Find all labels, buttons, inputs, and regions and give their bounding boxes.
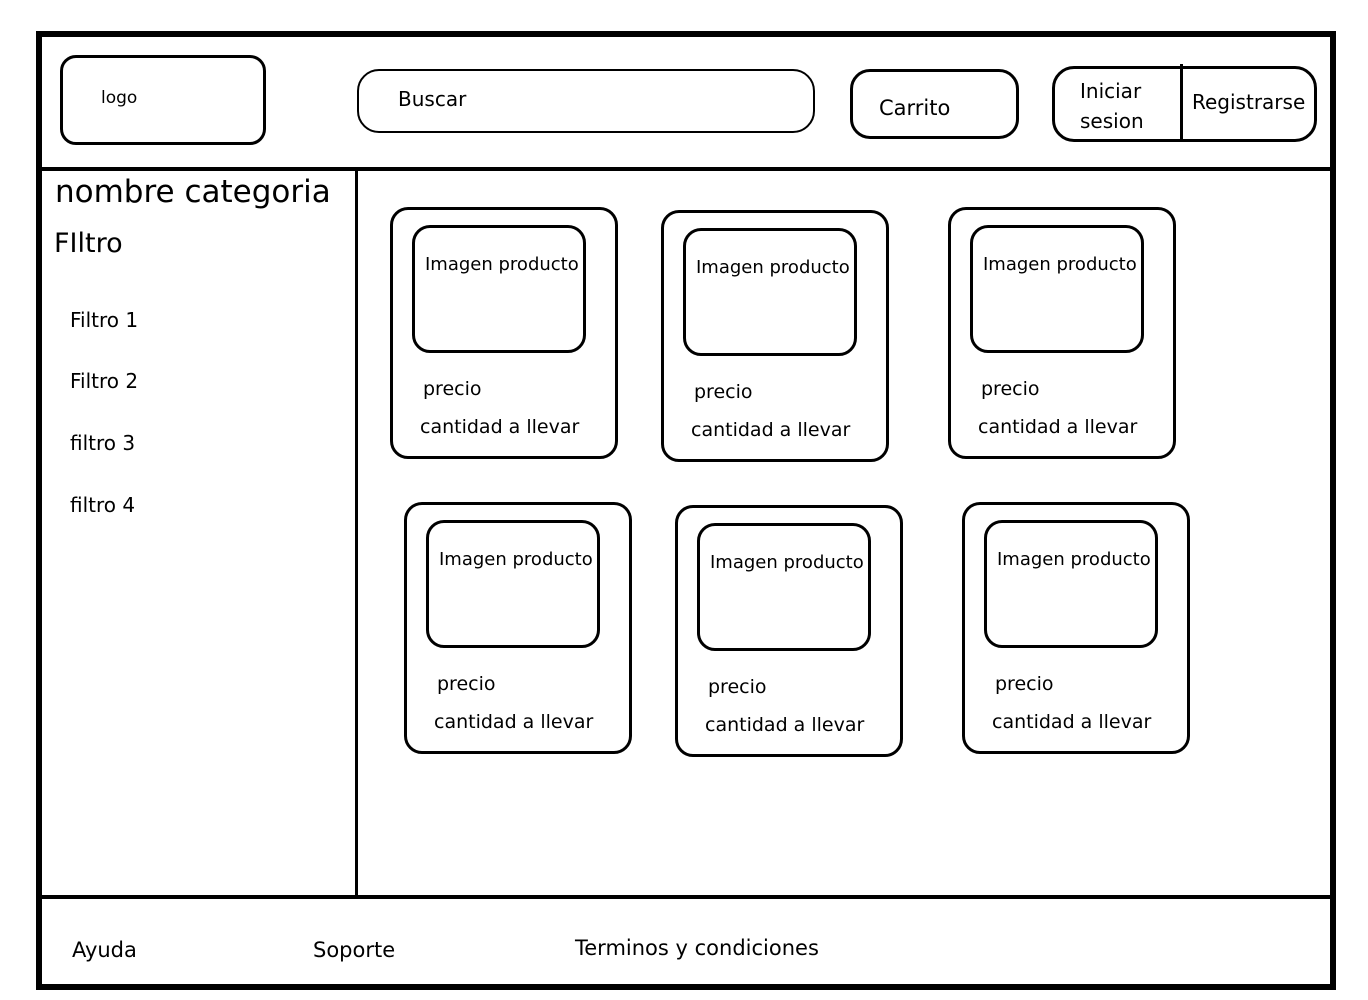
logo-label: logo <box>101 88 138 108</box>
product-image[interactable]: Imagen producto <box>697 523 871 651</box>
footer-divider <box>36 895 1336 899</box>
filter-item[interactable]: filtro 4 <box>70 493 135 517</box>
filter-item[interactable]: Filtro 2 <box>70 369 138 393</box>
product-card[interactable]: Imagen producto precio cantidad a llevar <box>962 502 1190 754</box>
filter-item[interactable]: filtro 3 <box>70 431 135 455</box>
login-button[interactable]: Iniciar sesion <box>1080 76 1170 136</box>
auth-separator <box>1180 64 1183 140</box>
product-card[interactable]: Imagen producto precio cantidad a llevar <box>390 207 618 459</box>
filter-item[interactable]: Filtro 1 <box>70 308 138 332</box>
product-image-label: Imagen producto <box>425 254 579 275</box>
product-card[interactable]: Imagen producto precio cantidad a llevar <box>675 505 903 757</box>
product-price: precio <box>981 378 1040 400</box>
search-placeholder: Buscar <box>398 87 467 111</box>
footer-link-terms[interactable]: Terminos y condiciones <box>575 936 819 960</box>
product-image-label: Imagen producto <box>997 549 1151 570</box>
product-quantity[interactable]: cantidad a llevar <box>705 714 864 736</box>
product-image-label: Imagen producto <box>983 254 1137 275</box>
footer-link-support[interactable]: Soporte <box>313 938 395 962</box>
product-quantity[interactable]: cantidad a llevar <box>420 416 579 438</box>
product-price: precio <box>694 381 753 403</box>
product-card[interactable]: Imagen producto precio cantidad a llevar <box>948 207 1176 459</box>
filter-heading: FIltro <box>54 228 123 259</box>
product-quantity[interactable]: cantidad a llevar <box>691 419 850 441</box>
product-quantity[interactable]: cantidad a llevar <box>434 711 593 733</box>
product-price: precio <box>437 673 496 695</box>
logo[interactable] <box>60 55 266 145</box>
product-quantity[interactable]: cantidad a llevar <box>992 711 1151 733</box>
product-price: precio <box>708 676 767 698</box>
product-price: precio <box>423 378 482 400</box>
category-title: nombre categoria <box>55 174 331 210</box>
product-image[interactable]: Imagen producto <box>984 520 1158 648</box>
product-image-label: Imagen producto <box>710 552 864 573</box>
product-quantity[interactable]: cantidad a llevar <box>978 416 1137 438</box>
product-card[interactable]: Imagen producto precio cantidad a llevar <box>661 210 889 462</box>
header-divider <box>36 167 1336 171</box>
cart-button-label: Carrito <box>879 96 951 120</box>
product-price: precio <box>995 673 1054 695</box>
product-image[interactable]: Imagen producto <box>426 520 600 648</box>
product-image[interactable]: Imagen producto <box>683 228 857 356</box>
product-image[interactable]: Imagen producto <box>412 225 586 353</box>
product-card[interactable]: Imagen producto precio cantidad a llevar <box>404 502 632 754</box>
product-image-label: Imagen producto <box>439 549 593 570</box>
product-image[interactable]: Imagen producto <box>970 225 1144 353</box>
sidebar-divider <box>355 169 358 897</box>
footer-link-help[interactable]: Ayuda <box>72 938 137 962</box>
product-image-label: Imagen producto <box>696 257 850 278</box>
register-button[interactable]: Registrarse <box>1192 90 1305 114</box>
